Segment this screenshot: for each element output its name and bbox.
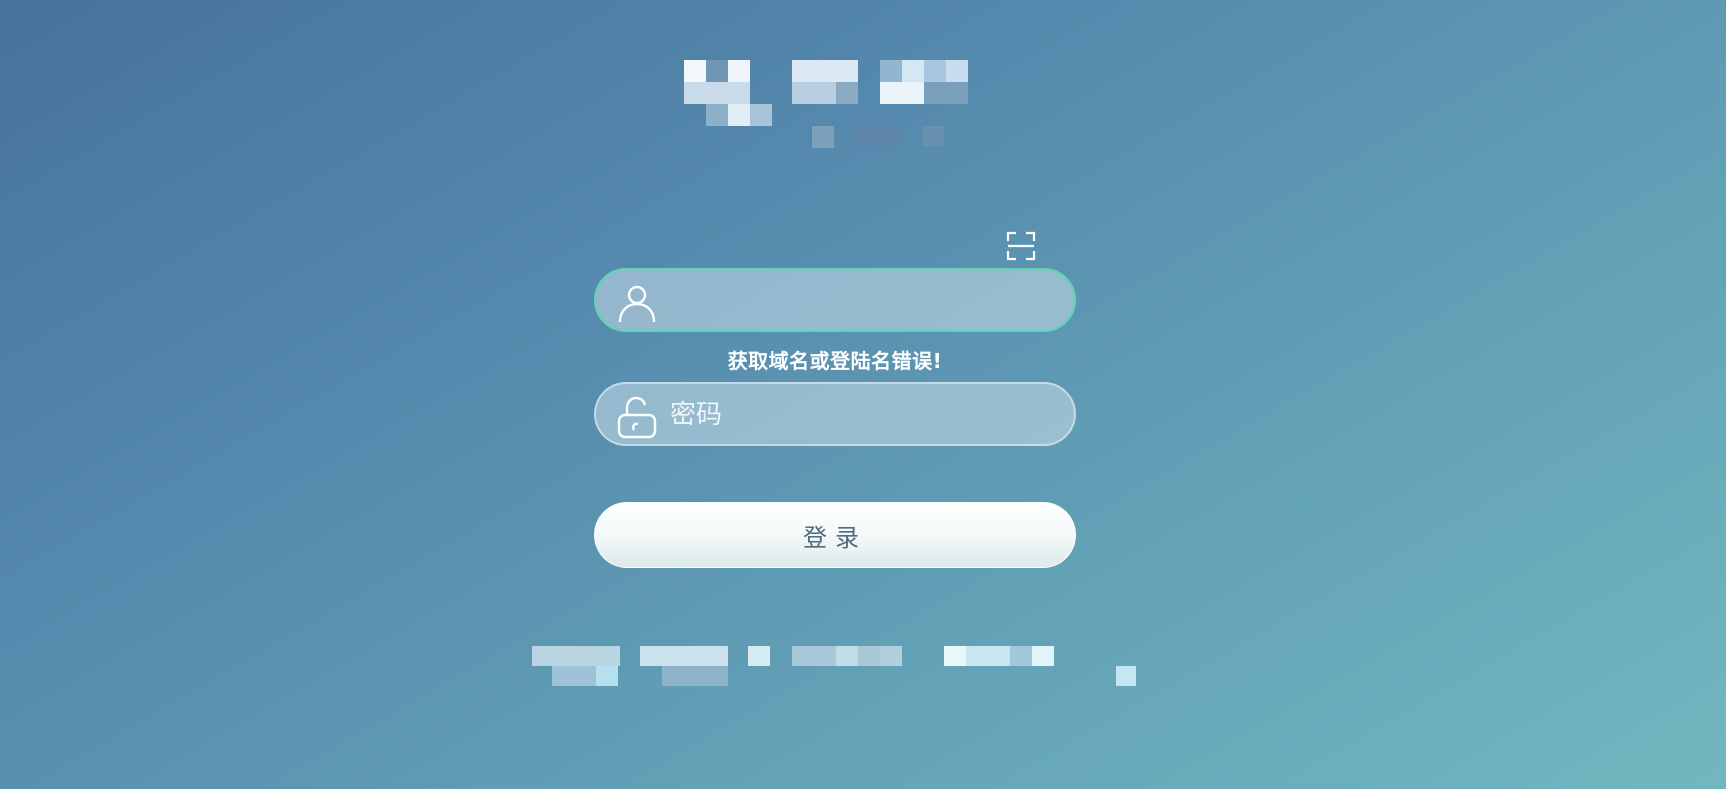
user-icon bbox=[614, 280, 660, 326]
error-message: 获取域名或登陆名错误! bbox=[727, 349, 943, 373]
scan-icon[interactable] bbox=[1005, 230, 1037, 262]
unlock-icon bbox=[614, 394, 660, 440]
app-title-blurred bbox=[0, 0, 1726, 180]
password-input[interactable] bbox=[668, 384, 1062, 446]
username-field[interactable] bbox=[594, 268, 1076, 332]
password-field[interactable] bbox=[594, 382, 1076, 446]
login-button[interactable]: 登录 bbox=[594, 502, 1076, 568]
username-input[interactable] bbox=[668, 270, 1062, 332]
